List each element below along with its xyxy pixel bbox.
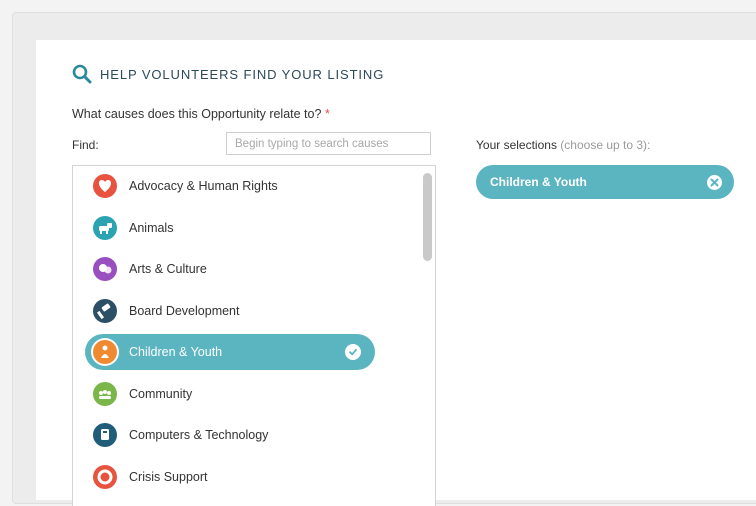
cause-item[interactable]: Advocacy & Human Rights	[85, 168, 375, 204]
find-label: Find:	[72, 138, 99, 152]
remove-selection-button[interactable]	[707, 175, 722, 190]
section-heading: HELP VOLUNTEERS FIND YOUR LISTING	[72, 64, 384, 84]
cause-item-label: Community	[129, 386, 193, 401]
close-icon	[710, 178, 719, 187]
cause-item-label: Board Development	[129, 303, 240, 318]
selected-cause-label: Children & Youth	[490, 175, 587, 189]
people-icon	[93, 381, 117, 406]
required-mark: *	[324, 107, 330, 121]
lifebuoy-icon	[93, 464, 117, 489]
cause-item[interactable]: Community	[85, 376, 375, 412]
selections-title-text: Your selections	[476, 138, 557, 152]
selections-title: Your selections (choose up to 3):	[476, 138, 650, 152]
cause-item-label: Computers & Technology	[129, 428, 269, 442]
listing-card: HELP VOLUNTEERS FIND YOUR LISTING What c…	[36, 40, 756, 506]
causes-question-text: What causes does this Opportunity relate…	[72, 107, 322, 121]
cause-item[interactable]: Arts & Culture	[85, 251, 375, 287]
cause-item-label: Crisis Support	[129, 469, 208, 484]
cause-item[interactable]: Crisis Support	[85, 459, 375, 495]
cause-item-label: Children & Youth	[129, 345, 223, 359]
search-icon	[72, 64, 92, 84]
check-icon	[345, 344, 361, 360]
selected-cause-chip: Children & Youth	[476, 165, 734, 199]
cause-item[interactable]: Animals	[85, 210, 375, 246]
cause-item[interactable]: Computers & Technology	[85, 417, 375, 453]
section-heading-text: HELP VOLUNTEERS FIND YOUR LISTING	[100, 66, 385, 82]
selections-hint: (choose up to 3):	[560, 138, 651, 152]
heart-icon	[93, 174, 117, 198]
causes-question: What causes does this Opportunity relate…	[72, 107, 330, 121]
cause-search-input[interactable]	[226, 132, 431, 155]
child-icon	[93, 340, 117, 364]
cause-item-label: Animals	[129, 220, 174, 235]
gavel-icon	[93, 298, 117, 323]
cause-item-label: Arts & Culture	[129, 262, 207, 276]
cause-item[interactable]: Children & Youth	[85, 334, 375, 370]
dog-icon	[93, 215, 117, 240]
scrollbar-thumb[interactable]	[423, 173, 432, 261]
cause-item-label: Advocacy & Human Rights	[129, 179, 278, 193]
computer-icon	[93, 423, 117, 447]
masks-icon	[93, 257, 117, 281]
causes-list[interactable]: Advocacy & Human Rights Animals Arts & Cul…	[72, 165, 436, 506]
cause-item[interactable]: Board Development	[85, 293, 375, 329]
